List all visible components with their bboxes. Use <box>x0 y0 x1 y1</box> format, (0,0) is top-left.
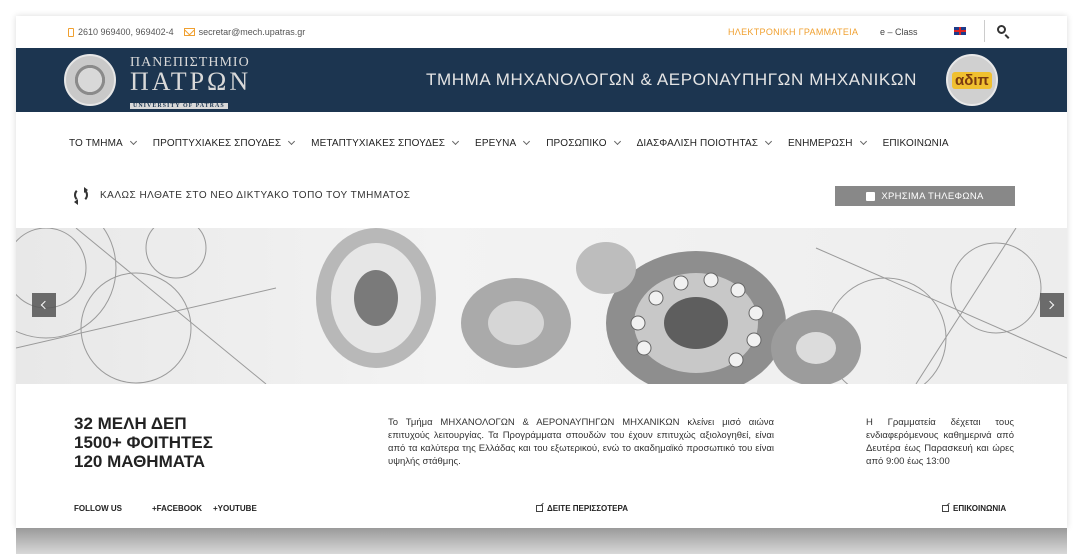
eclass-link[interactable]: e – Class <box>880 27 918 37</box>
facebook-link[interactable]: +FACEBOOK <box>152 504 202 513</box>
search-icon[interactable] <box>997 25 1006 34</box>
email-address[interactable]: secretar@mech.upatras.gr <box>199 27 306 37</box>
nav-item-contact[interactable]: ΕΠΙΚΟΙΝΩΝΙΑ <box>883 138 949 149</box>
footer-links-row: FOLLOW US +FACEBOOK +YOUTUBE ΔΕΙΤΕ ΠΕΡΙΣ… <box>16 504 1067 518</box>
slider-prev-button[interactable] <box>32 293 56 317</box>
contact-label: ΕΠΙΚΟΙΝΩΝΙΑ <box>953 504 1007 513</box>
phone-icon <box>68 27 74 37</box>
department-stats: 32 ΜΕΛΗ ΔΕΠ 1500+ ΦΟΙΤΗΤΕΣ 120 ΜΑΘΗΜΑΤΑ <box>74 414 213 471</box>
nav-label: ΠΡΟΣΩΠΙΚΟ <box>546 137 607 149</box>
chevron-down-icon <box>129 137 137 146</box>
university-seal-logo[interactable] <box>64 54 116 106</box>
useful-phones-label: ΧΡΗΣΙΜΑ ΤΗΛΕΦΩΝΑ <box>881 190 984 202</box>
chevron-down-icon <box>613 137 621 146</box>
external-link-icon <box>942 505 949 512</box>
logo-line-3: UNIVERSITY OF PATRAS <box>130 103 228 109</box>
useful-phones-button[interactable]: ΧΡΗΣΙΜΑ ΤΗΛΕΦΩΝΑ <box>835 186 1015 206</box>
office-hours-text: Η Γραμματεία δέχεται τους ενδιαφερόμενου… <box>866 417 1014 467</box>
phone-item: 2610 969400, 969402-4 <box>68 27 174 37</box>
nav-label: ΔΙΑΣΦΑΛΙΣΗ ΠΟΙΟΤΗΤΑΣ <box>636 137 759 149</box>
nav-label: ΜΕΤΑΠΤΥΧΙΑΚΕΣ ΣΠΟΥΔΕΣ <box>311 137 446 149</box>
phone-square-icon <box>866 191 876 201</box>
welcome-message: ΚΑΛΩΣ ΗΛΘΑΤΕ ΣΤΟ ΝΕΟ ΔΙΚΤΥΑΚΟ ΤΟΠΟ ΤΟΥ Τ… <box>100 190 411 201</box>
department-title: ΤΜΗΜΑ ΜΗΧΑΝΟΛΟΓΩΝ & ΑΕΡΟΝΑΥΠΗΓΩΝ ΜΗΧΑΝΙΚ… <box>426 70 918 89</box>
hero-slider <box>16 228 1067 384</box>
chevron-left-icon <box>40 300 50 310</box>
chevron-down-icon <box>859 137 867 146</box>
nav-item-research[interactable]: ΕΡΕΥΝΑ <box>475 137 531 149</box>
nav-item-department[interactable]: ΤΟ ΤΜΗΜΑ <box>69 137 137 149</box>
stat-faculty: 32 ΜΕΛΗ ΔΕΠ <box>74 414 187 433</box>
screenshot-frame: 2610 969400, 969402-4 secretar@mech.upat… <box>0 0 1077 554</box>
chevron-down-icon <box>288 137 296 146</box>
nav-item-undergraduate[interactable]: ΠΡΟΠΤΥΧΙΑΚΕΣ ΣΠΟΥΔΕΣ <box>152 137 296 149</box>
contact-info: 2610 969400, 969402-4 secretar@mech.upat… <box>68 27 305 37</box>
nav-label: ΤΟ ΤΜΗΜΑ <box>69 137 123 149</box>
follow-us-label: FOLLOW US <box>74 504 122 513</box>
mail-icon <box>183 28 195 36</box>
nav-item-staff[interactable]: ΠΡΟΣΩΠΙΚΟ <box>546 137 621 149</box>
nav-item-news[interactable]: ΕΝΗΜΕΡΩΣΗ <box>788 137 867 149</box>
chevron-down-icon <box>523 137 531 146</box>
see-more-link[interactable]: ΔΕΙΤΕ ΠΕΡΙΣΣΟΤΕΡΑ <box>536 504 628 513</box>
nav-item-quality[interactable]: ΔΙΑΣΦΑΛΙΣΗ ΠΟΙΟΤΗΤΑΣ <box>636 137 773 149</box>
nav-label: ΕΠΙΚΟΙΝΩΝΙΑ <box>882 137 949 149</box>
stat-students: 1500+ ΦΟΙΤΗΤΕΣ <box>74 433 213 452</box>
logo-line-2: ΠΑΤΡΩΝ <box>130 67 252 96</box>
mechanical-drawing-image <box>16 228 1067 384</box>
youtube-link[interactable]: +YOUTUBE <box>213 504 257 513</box>
about-text: Το Τμήμα ΜΗΧΑΝΟΛΟΓΩΝ & ΑΕΡΟΝΑΥΠΗΓΩΝ ΜΗΧΑ… <box>388 417 774 467</box>
chevron-right-icon <box>1045 300 1055 310</box>
site-header: ΠΑΝΕΠΙΣΤΗΜΙΟ ΠΑΤΡΩΝ UNIVERSITY OF PATRAS… <box>16 48 1067 112</box>
external-link-icon <box>536 505 543 512</box>
badge-text: αδιπ <box>952 71 992 89</box>
chevron-down-icon <box>764 137 773 146</box>
phone-number: 2610 969400, 969402-4 <box>78 27 174 37</box>
see-more-label: ΔΕΙΤΕ ΠΕΡΙΣΣΟΤΕΡΑ <box>547 504 628 513</box>
nav-label: ΕΝΗΜΕΡΩΣΗ <box>788 137 853 149</box>
nav-item-postgraduate[interactable]: ΜΕΤΑΠΤΥΧΙΑΚΕΣ ΣΠΟΥΔΕΣ <box>311 137 460 149</box>
web-page: 2610 969400, 969402-4 secretar@mech.upat… <box>16 16 1067 528</box>
nav-label: ΕΡΕΥΝΑ <box>475 137 517 149</box>
stat-courses: 120 ΜΑΘΗΜΑΤΑ <box>74 452 205 471</box>
main-nav: ΤΟ ΤΜΗΜΑ ΠΡΟΠΤΥΧΙΑΚΕΣ ΣΠΟΥΔΕΣ ΜΕΤΑΠΤΥΧΙΑ… <box>16 112 1067 174</box>
refresh-icon <box>74 187 88 205</box>
chevron-down-icon <box>452 137 460 146</box>
slider-next-button[interactable] <box>1040 293 1064 317</box>
email-item[interactable]: secretar@mech.upatras.gr <box>183 27 306 37</box>
uk-flag-icon[interactable] <box>954 27 966 35</box>
nav-label: ΠΡΟΠΤΥΧΙΑΚΕΣ ΣΠΟΥΔΕΣ <box>152 137 282 149</box>
university-logo-text[interactable]: ΠΑΝΕΠΙΣΤΗΜΙΟ ΠΑΤΡΩΝ UNIVERSITY OF PATRAS <box>130 55 251 112</box>
welcome-bar: ΚΑΛΩΣ ΗΛΘΑΤΕ ΣΤΟ ΝΕΟ ΔΙΚΤΥΑΚΟ ΤΟΠΟ ΤΟΥ Τ… <box>16 176 1067 222</box>
bottom-shadow <box>16 528 1067 554</box>
divider <box>984 20 985 42</box>
e-secretariat-link[interactable]: ΗΛΕΚΤΡΟΝΙΚΗ ΓΡΑΜΜΑΤΕΙΑ <box>728 27 858 37</box>
top-bar: 2610 969400, 969402-4 secretar@mech.upat… <box>16 16 1067 48</box>
contact-link[interactable]: ΕΠΙΚΟΙΝΩΝΙΑ <box>942 504 1006 513</box>
adip-badge-logo: αδιπ <box>946 54 998 106</box>
